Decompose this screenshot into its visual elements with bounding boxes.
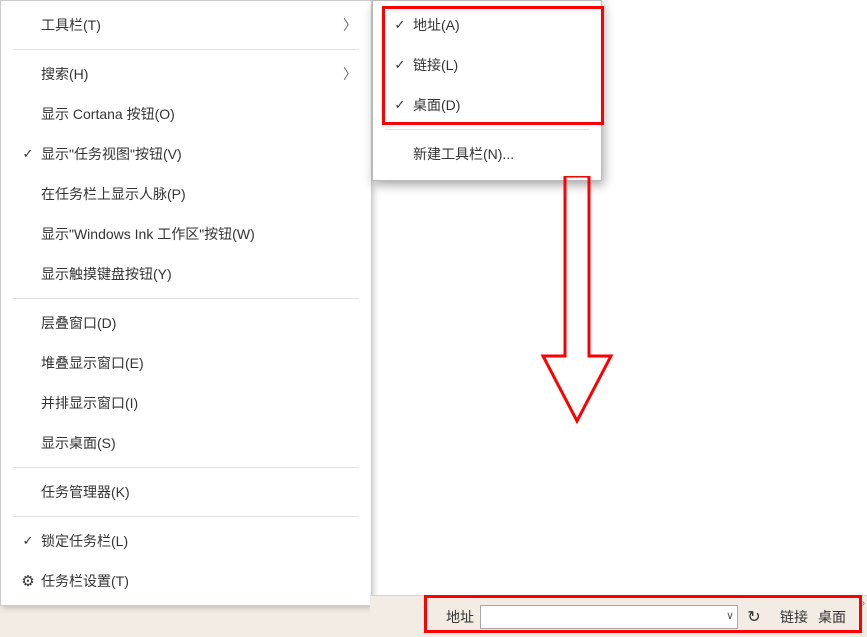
refresh-button[interactable]: ↻ (742, 605, 766, 629)
taskbar: 地址 ∨ ↻ 链接 桌面 » (370, 595, 867, 637)
menu-label-ink: 显示"Windows Ink 工作区"按钮(W) (41, 224, 357, 244)
menu-item-cascade[interactable]: 层叠窗口(D) (1, 303, 371, 343)
toolbar-submenu: ✓ 地址(A) ✓ 链接(L) ✓ 桌面(D) 新建工具栏(N)... (372, 0, 602, 181)
menu-label-cortana: 显示 Cortana 按钮(O) (41, 104, 357, 124)
taskbar-toolbar-items: 链接 桌面 (780, 607, 846, 627)
overflow-chevron-icon[interactable]: » (859, 598, 865, 609)
menu-item-lock[interactable]: ✓ 锁定任务栏(L) (1, 521, 371, 561)
taskbar-links-item[interactable]: 链接 (780, 607, 808, 627)
sub-label-newtoolbar: 新建工具栏(N)... (413, 144, 587, 164)
submenu-separator (385, 129, 589, 130)
address-input[interactable]: ∨ (480, 605, 738, 629)
check-icon: ✓ (15, 146, 41, 162)
taskbar-desktop-item[interactable]: 桌面 (818, 607, 846, 627)
sub-label-links: 链接(L) (413, 55, 587, 75)
check-icon: ✓ (387, 57, 413, 73)
menu-item-taskmgr[interactable]: 任务管理器(K) (1, 472, 371, 512)
sub-item-desktop[interactable]: ✓ 桌面(D) (373, 85, 601, 125)
menu-label-touchkb: 显示触摸键盘按钮(Y) (41, 264, 357, 284)
refresh-icon: ↻ (747, 607, 760, 627)
menu-label-showdesktop: 显示桌面(S) (41, 433, 357, 453)
taskbar-context-menu: 工具栏(T) 〉 搜索(H) 〉 显示 Cortana 按钮(O) ✓ 显示"任… (0, 0, 372, 606)
sub-item-links[interactable]: ✓ 链接(L) (373, 45, 601, 85)
menu-item-sidebyside[interactable]: 并排显示窗口(I) (1, 383, 371, 423)
menu-label-sidebyside: 并排显示窗口(I) (41, 393, 357, 413)
menu-item-settings[interactable]: ⚙ 任务栏设置(T) (1, 561, 371, 601)
menu-label-search: 搜索(H) (41, 64, 337, 84)
menu-separator (13, 516, 359, 517)
menu-item-people[interactable]: 在任务栏上显示人脉(P) (1, 174, 371, 214)
menu-separator (13, 467, 359, 468)
menu-label-lock: 锁定任务栏(L) (41, 531, 357, 551)
address-label: 地址 (446, 607, 474, 627)
sub-item-address[interactable]: ✓ 地址(A) (373, 5, 601, 45)
menu-item-taskview[interactable]: ✓ 显示"任务视图"按钮(V) (1, 134, 371, 174)
menu-separator (13, 298, 359, 299)
menu-separator (13, 49, 359, 50)
menu-item-ink[interactable]: 显示"Windows Ink 工作区"按钮(W) (1, 214, 371, 254)
menu-label-taskview: 显示"任务视图"按钮(V) (41, 144, 357, 164)
menu-item-toolbar[interactable]: 工具栏(T) 〉 (1, 5, 371, 45)
menu-item-touchkb[interactable]: 显示触摸键盘按钮(Y) (1, 254, 371, 294)
check-icon: ✓ (15, 533, 41, 549)
menu-label-taskmgr: 任务管理器(K) (41, 482, 357, 502)
chevron-down-icon[interactable]: ∨ (726, 609, 734, 622)
menu-label-stacked: 堆叠显示窗口(E) (41, 353, 357, 373)
sub-label-address: 地址(A) (413, 15, 587, 35)
gear-icon: ⚙ (15, 572, 41, 590)
menu-item-stacked[interactable]: 堆叠显示窗口(E) (1, 343, 371, 383)
check-icon: ✓ (387, 17, 413, 33)
menu-label-people: 在任务栏上显示人脉(P) (41, 184, 357, 204)
chevron-right-icon: 〉 (337, 64, 357, 84)
chevron-right-icon: 〉 (337, 15, 357, 35)
check-icon: ✓ (387, 97, 413, 113)
menu-item-cortana[interactable]: 显示 Cortana 按钮(O) (1, 94, 371, 134)
menu-label-toolbar: 工具栏(T) (41, 15, 337, 35)
menu-label-cascade: 层叠窗口(D) (41, 313, 357, 333)
sub-item-newtoolbar[interactable]: 新建工具栏(N)... (373, 134, 601, 174)
annotation-arrow-icon (537, 176, 617, 446)
menu-item-showdesktop[interactable]: 显示桌面(S) (1, 423, 371, 463)
menu-item-search[interactable]: 搜索(H) 〉 (1, 54, 371, 94)
sub-label-desktop: 桌面(D) (413, 95, 587, 115)
menu-label-settings: 任务栏设置(T) (41, 571, 357, 591)
